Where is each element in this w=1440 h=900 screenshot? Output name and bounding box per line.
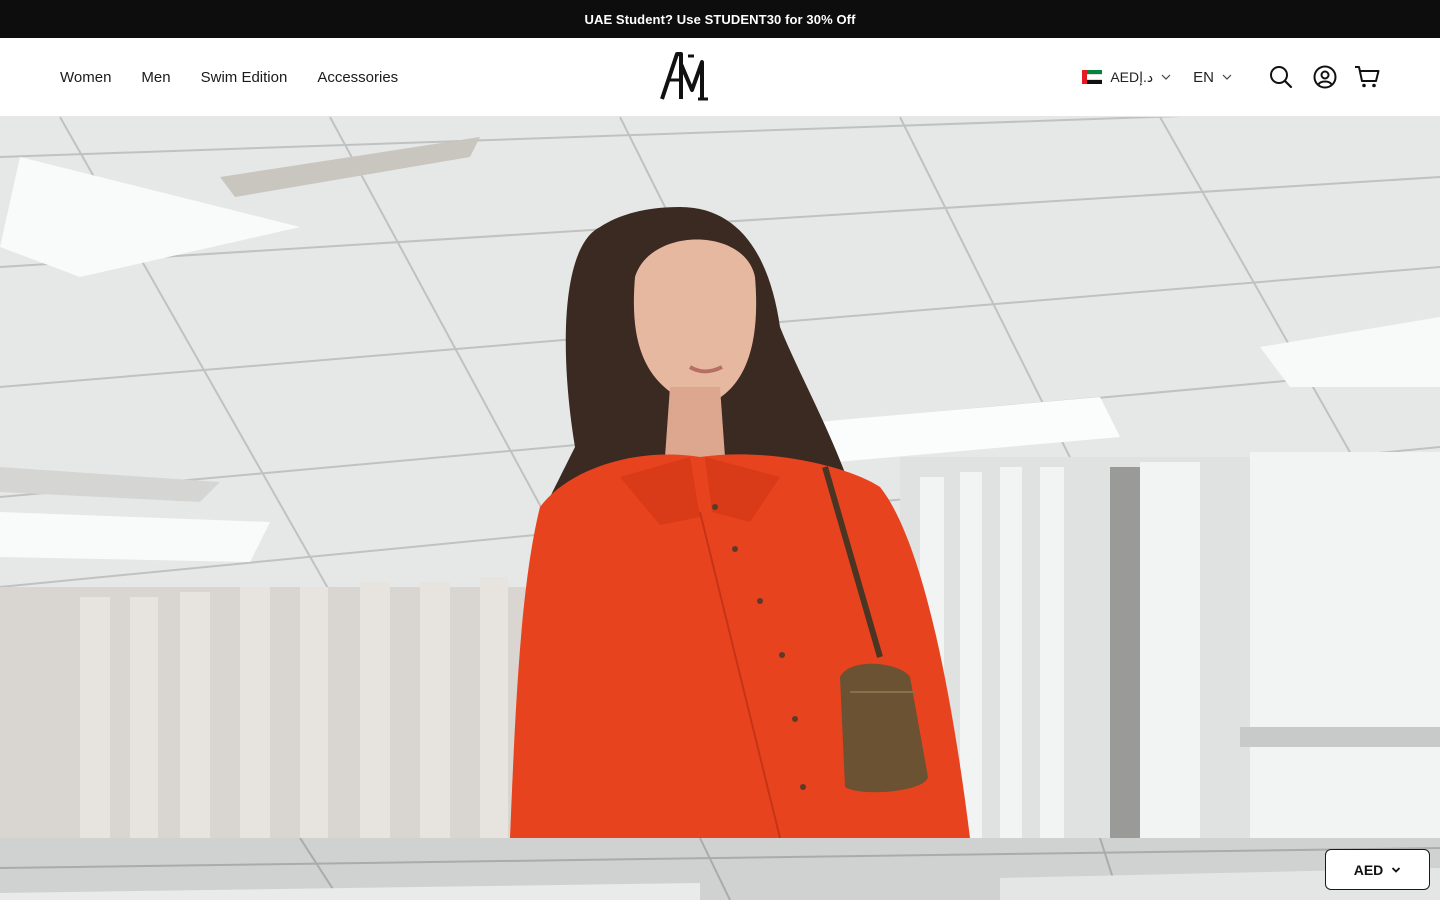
- floating-currency-button[interactable]: AED: [1325, 849, 1430, 890]
- chevron-down-icon: [1222, 74, 1232, 80]
- nav-item-men[interactable]: Men: [141, 69, 170, 86]
- uae-flag-icon: [1082, 70, 1103, 84]
- chevron-down-icon: [1161, 74, 1171, 80]
- brand-logo-icon[interactable]: [658, 50, 712, 104]
- promo-text: UAE Student? Use STUDENT30 for 30% Off: [584, 11, 856, 27]
- floating-currency-label: AED: [1353, 861, 1384, 878]
- promo-banner: UAE Student? Use STUDENT30 for 30% Off: [0, 0, 1440, 38]
- nav-item-women[interactable]: Women: [60, 69, 111, 86]
- cart-icon[interactable]: [1354, 64, 1380, 90]
- language-selector[interactable]: EN: [1193, 69, 1232, 86]
- site-header: Women Men Swim Edition Accessories AEDد.…: [0, 38, 1440, 117]
- account-icon[interactable]: [1312, 64, 1338, 90]
- nav-item-accessories[interactable]: Accessories: [317, 69, 398, 86]
- main-nav: Women Men Swim Edition Accessories: [60, 38, 398, 116]
- header-utilities: AEDد.إ EN: [1082, 38, 1380, 116]
- nav-item-swim-edition[interactable]: Swim Edition: [201, 69, 288, 86]
- search-icon[interactable]: [1268, 64, 1294, 90]
- currency-label: AEDد.إ: [1110, 68, 1154, 85]
- currency-selector[interactable]: AEDد.إ: [1082, 69, 1171, 86]
- chevron-down-icon: [1392, 866, 1401, 873]
- hero-banner-image[interactable]: [0, 117, 1440, 838]
- language-label: EN: [1193, 68, 1214, 86]
- hero-banner-secondary-image[interactable]: [0, 838, 1440, 900]
